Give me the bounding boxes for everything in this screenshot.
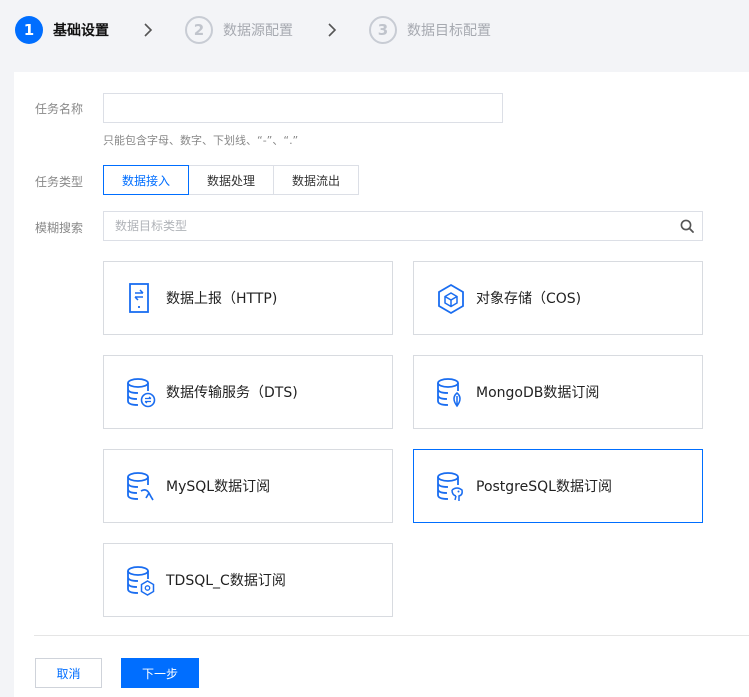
step-2: 2 数据源配置: [185, 16, 293, 44]
fuzzy-search-label: 模糊搜索: [35, 221, 84, 235]
step-1-number: 1: [15, 16, 43, 44]
tdsql-database-icon: [124, 563, 158, 599]
mysql-database-icon: [124, 469, 158, 505]
target-card-mysql[interactable]: MySQL数据订阅: [103, 449, 393, 523]
cos-cube-icon: [434, 281, 468, 317]
target-card-dts[interactable]: 数据传输服务（DTS): [103, 355, 393, 429]
step-2-label: 数据源配置: [223, 23, 293, 39]
task-type-segmented-control: 数据接入 数据处理 数据流出: [103, 165, 360, 195]
search-box: [103, 211, 703, 241]
step-1: 1 基础设置: [15, 16, 109, 44]
task-name-input[interactable]: [103, 93, 503, 123]
postgresql-database-icon: [434, 469, 468, 505]
card-label: TDSQL_C数据订阅: [166, 573, 286, 589]
step-2-number: 2: [185, 16, 213, 44]
card-label: 数据传输服务（DTS): [166, 385, 298, 401]
target-card-cos[interactable]: 对象存储（COS): [413, 261, 703, 335]
step-3-label: 数据目标配置: [407, 23, 491, 39]
next-step-button[interactable]: 下一步: [121, 658, 199, 688]
target-card-http[interactable]: 数据上报（HTTP): [103, 261, 393, 335]
chevron-right-icon: [139, 21, 157, 39]
footer-divider: [34, 635, 749, 636]
card-label: 数据上报（HTTP): [166, 291, 278, 307]
card-label: MongoDB数据订阅: [476, 385, 600, 401]
step-3-number: 3: [369, 16, 397, 44]
target-card-postgresql[interactable]: PostgreSQL数据订阅: [413, 449, 703, 523]
task-type-data-ingest[interactable]: 数据接入: [103, 165, 190, 195]
chevron-right-icon: [323, 21, 341, 39]
task-type-label: 任务类型: [35, 175, 84, 189]
search-icon[interactable]: [672, 212, 702, 240]
step-3: 3 数据目标配置: [369, 16, 491, 44]
basic-settings-panel: 任务名称 只能包含字母、数字、下划线、“-”、“.” 任务类型 数据接入 数据处…: [14, 72, 749, 697]
task-name-label: 任务名称: [35, 102, 84, 116]
dts-database-icon: [124, 375, 158, 411]
cancel-button[interactable]: 取消: [35, 658, 102, 688]
target-card-tdsql-c[interactable]: TDSQL_C数据订阅: [103, 543, 393, 617]
mongodb-database-icon: [434, 375, 468, 411]
step-bar: 1 基础设置 2 数据源配置 3 数据目标配置: [0, 0, 749, 60]
target-card-mongodb[interactable]: MongoDB数据订阅: [413, 355, 703, 429]
task-name-hint: 只能包含字母、数字、下划线、“-”、“.”: [103, 134, 299, 147]
http-report-icon: [124, 281, 158, 317]
search-input[interactable]: [104, 212, 672, 240]
step-1-label: 基础设置: [53, 23, 109, 39]
card-label: PostgreSQL数据订阅: [476, 479, 612, 495]
task-type-data-processing[interactable]: 数据处理: [188, 165, 275, 195]
task-type-data-outflow[interactable]: 数据流出: [273, 165, 360, 195]
card-label: MySQL数据订阅: [166, 479, 271, 495]
card-label: 对象存储（COS): [476, 291, 582, 307]
